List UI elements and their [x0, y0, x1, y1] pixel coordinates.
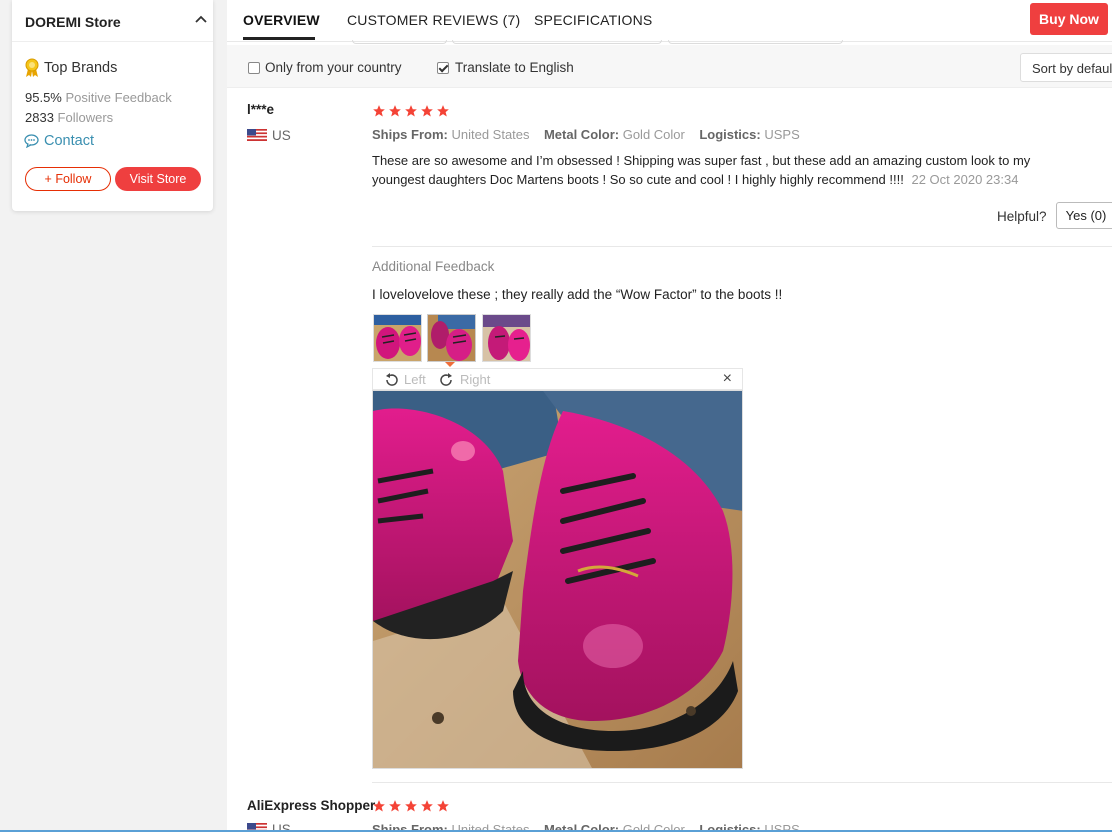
review-photo-thumbnail[interactable] — [482, 314, 531, 362]
store-name[interactable]: DOREMI Store — [25, 14, 121, 30]
review-date: 22 Oct 2020 23:34 — [911, 172, 1019, 187]
rotate-right-label: Right — [460, 372, 491, 387]
divider — [12, 41, 213, 42]
additional-feedback-heading: Additional Feedback — [372, 259, 495, 274]
main-panel: OVERVIEW CUSTOMER REVIEWS (7) SPECIFICAT… — [227, 0, 1112, 832]
close-icon[interactable]: × — [723, 370, 732, 388]
feedback-label: Positive Feedback — [65, 90, 172, 105]
chat-icon — [24, 134, 39, 148]
helpful-label: Helpful? — [997, 209, 1047, 224]
star-icon — [421, 800, 433, 812]
ships-from-value: United States — [451, 127, 530, 142]
divider — [372, 246, 1112, 247]
purchase-info: Ships From: United States Metal Color: G… — [372, 127, 800, 142]
only-country-label[interactable]: Only from your country — [265, 60, 402, 75]
rotate-right-button[interactable]: Right — [439, 372, 490, 387]
helpful-yes-button[interactable]: Yes (0) — [1056, 202, 1112, 229]
visit-store-button[interactable]: Visit Store — [115, 167, 201, 191]
buy-now-button[interactable]: Buy Now — [1030, 3, 1108, 35]
reviewer-name: l***e — [247, 102, 275, 117]
review-photo-thumbnail[interactable] — [427, 314, 476, 362]
logistics-label: Logistics: — [699, 127, 761, 142]
star-icon — [405, 800, 417, 812]
active-tab-indicator — [243, 37, 315, 40]
medal-icon — [25, 58, 39, 77]
boots-photo-image — [374, 315, 421, 361]
translate-label[interactable]: Translate to English — [455, 60, 574, 75]
metal-color-label: Metal Color: — [543, 127, 620, 142]
logistics-value: USPS — [764, 127, 800, 142]
star-icon — [437, 105, 449, 117]
rotate-right-icon — [440, 372, 452, 386]
translate-checkbox[interactable] — [437, 62, 449, 74]
feedback-value: 95.5% — [25, 90, 62, 105]
star-icon — [389, 800, 401, 812]
star-icon — [373, 800, 385, 812]
tab-bar: OVERVIEW CUSTOMER REVIEWS (7) SPECIFICAT… — [227, 0, 1112, 42]
metal-color-value: Gold Color — [622, 127, 685, 142]
filter-bar: Only from your country Translate to Engl… — [227, 45, 1112, 88]
contact-label: Contact — [44, 133, 94, 149]
only-country-checkbox[interactable] — [248, 62, 260, 74]
rotate-left-button[interactable]: Left — [383, 372, 426, 387]
tab-customer-reviews[interactable]: CUSTOMER REVIEWS (7) — [347, 12, 520, 28]
review-photo-large — [372, 390, 743, 769]
divider — [372, 782, 1112, 783]
star-icon — [373, 105, 385, 117]
star-icon — [389, 105, 401, 117]
additional-feedback-text: I lovelovelove these ; they really add t… — [372, 287, 783, 302]
rotate-left-icon — [386, 372, 398, 386]
star-rating — [372, 104, 450, 118]
tab-specifications[interactable]: SPECIFICATIONS — [534, 12, 652, 28]
boots-photo-image — [373, 391, 742, 768]
contact-link[interactable]: Contact — [24, 133, 94, 149]
top-brands-label: Top Brands — [44, 60, 118, 76]
followers-label: Followers — [57, 110, 114, 125]
review-text: These are so awesome and I’m obsessed ! … — [372, 151, 1072, 189]
active-thumbnail-indicator — [445, 362, 455, 367]
followers-value: 2833 — [25, 110, 54, 125]
sort-select[interactable]: Sort by default — [1020, 53, 1112, 82]
boots-photo-image — [483, 315, 530, 361]
tab-overview[interactable]: OVERVIEW — [243, 12, 320, 28]
boots-photo-image — [428, 315, 475, 361]
us-flag-icon — [247, 129, 267, 141]
store-card: DOREMI Store Top Brands 95.5% Positive F… — [12, 0, 213, 211]
reviewer-country: US — [272, 128, 291, 143]
star-icon — [421, 105, 433, 117]
top-brands-badge: Top Brands — [24, 58, 117, 78]
star-icon — [405, 105, 417, 117]
feedback-stat: 95.5% Positive Feedback — [25, 90, 172, 105]
star-icon — [437, 800, 449, 812]
hidden-control — [452, 40, 662, 44]
review-photo-thumbnail[interactable] — [373, 314, 422, 362]
chevron-up-icon[interactable] — [193, 12, 209, 28]
follow-button[interactable]: + Follow — [25, 167, 111, 191]
rotate-left-label: Left — [404, 372, 426, 387]
hidden-control — [668, 40, 843, 44]
hidden-control — [352, 40, 447, 44]
followers-stat: 2833 Followers — [25, 110, 113, 125]
image-viewer-toolbar: Left Right × — [372, 368, 743, 390]
ships-from-label: Ships From: — [372, 127, 448, 142]
star-rating — [372, 799, 450, 813]
reviewer-name: AliExpress Shopper — [247, 798, 376, 813]
